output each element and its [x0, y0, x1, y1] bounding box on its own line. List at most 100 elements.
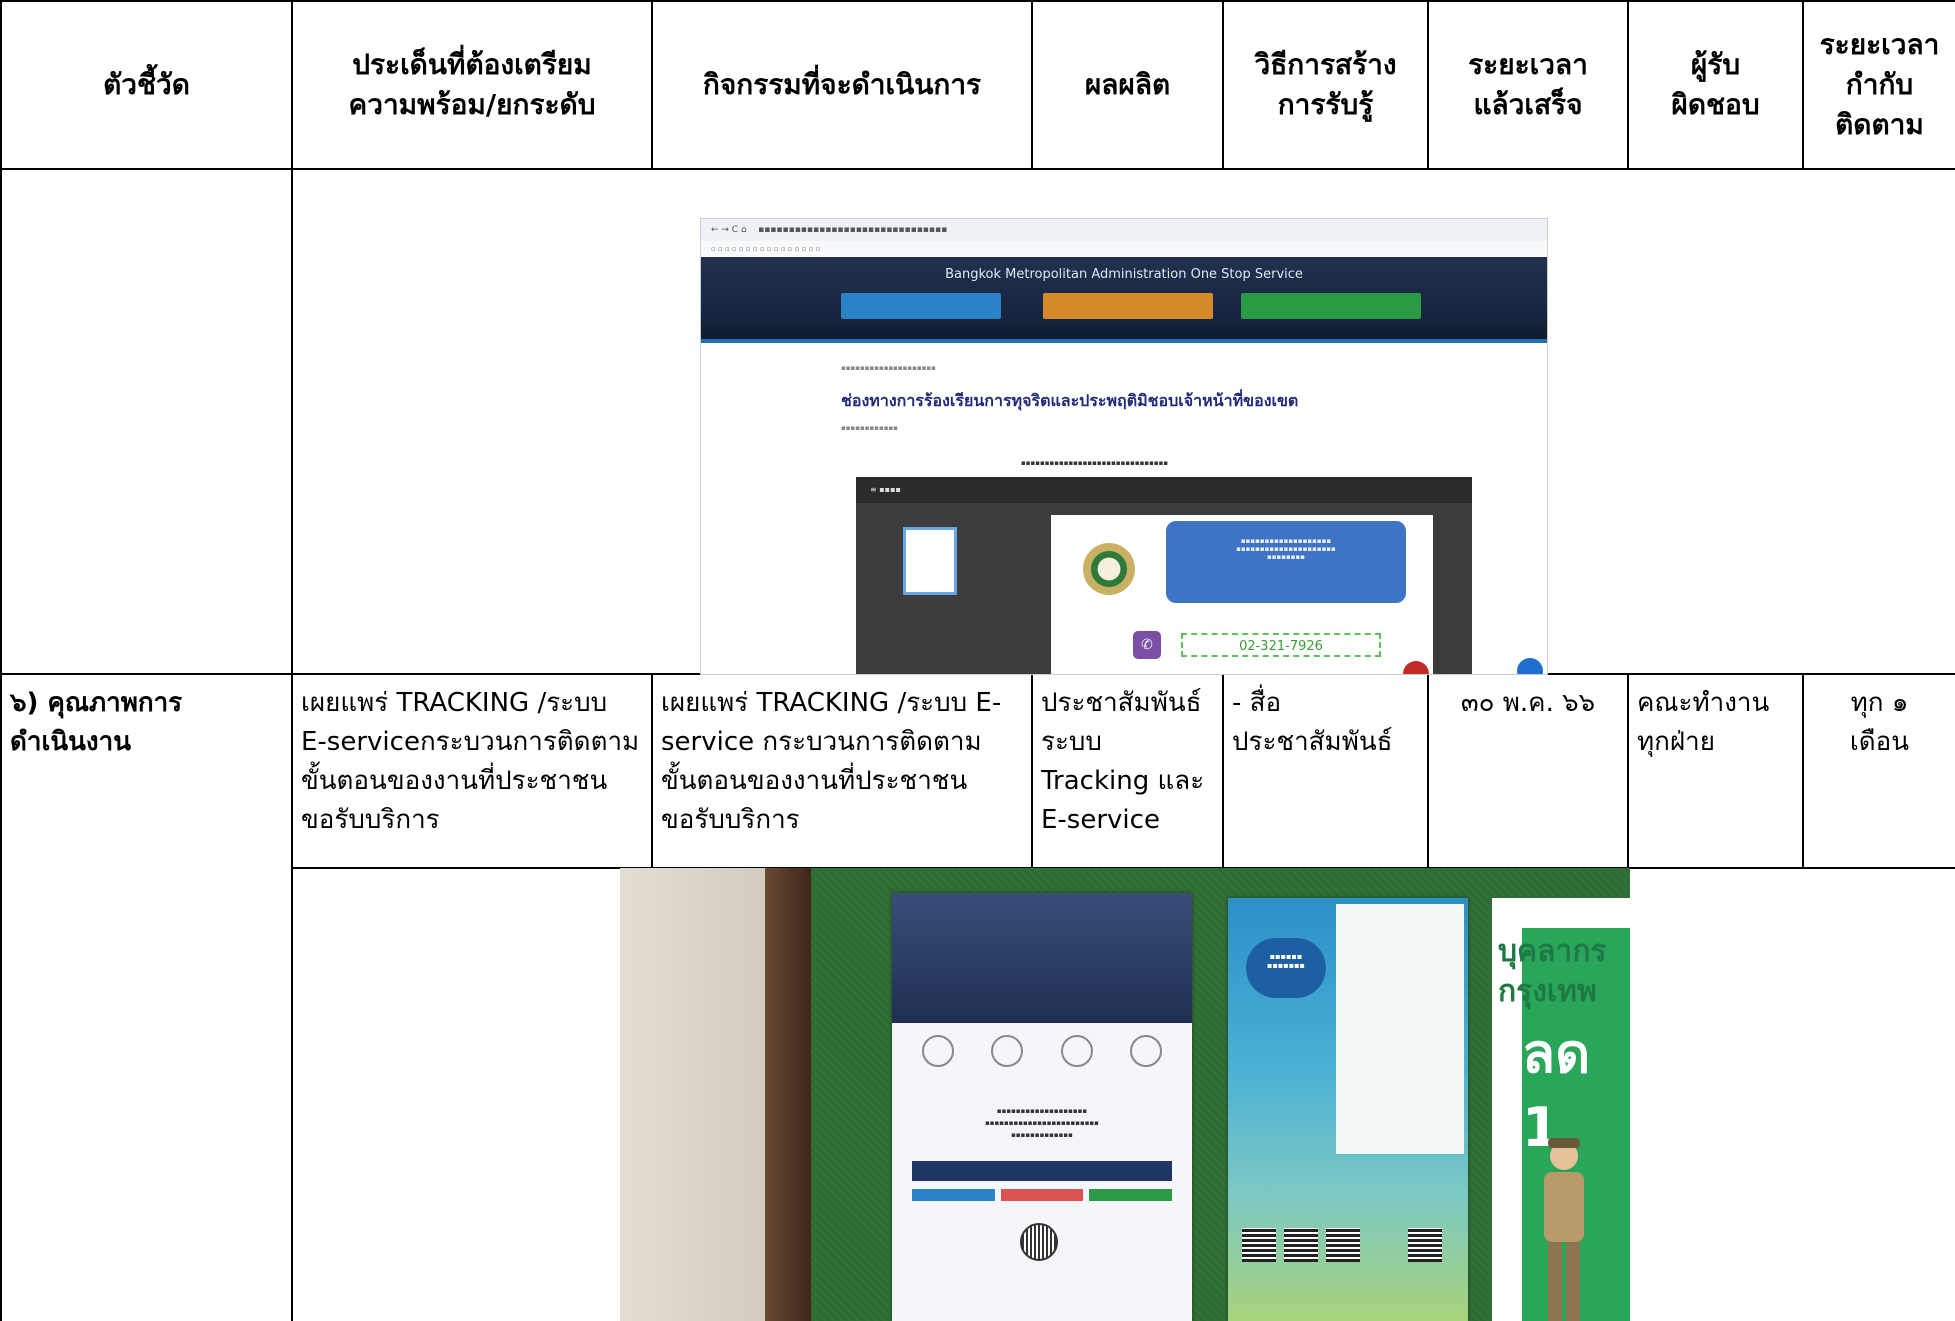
poster1-circle-icon: [922, 1035, 954, 1067]
row6-output-line: Tracking และ: [1041, 766, 1205, 796]
header-responsible-line2: ผิดชอบ: [1671, 88, 1760, 121]
breadcrumb: ▪▪▪▪▪▪▪▪▪▪▪▪▪▪▪▪▪▪▪▪: [841, 364, 936, 372]
chat-button-icon: [1517, 658, 1543, 674]
browser-address-bar: ← → C ⌂ ▪▪▪▪▪▪▪▪▪▪▪▪▪▪▪▪▪▪▪▪▪▪▪▪▪▪▪▪▪▪▪: [701, 219, 1547, 241]
header-bottom-rule: [0, 168, 1955, 170]
row6-activity-line: service กระบวนการติดตาม: [661, 727, 982, 757]
header-indicator-text: ตัวชี้วัด: [103, 68, 190, 101]
red-seal-icon: [1403, 661, 1429, 674]
poster1-text: ▪▪▪▪▪▪▪▪▪▪▪▪▪▪▪▪▪▪▪ ▪▪▪▪▪▪▪▪▪▪▪▪▪▪▪▪▪▪▪▪▪…: [985, 1107, 1099, 1139]
row6-indicator-line1: ๖) คุณภาพการ: [10, 688, 183, 718]
poster1-icon-row: [922, 1035, 1162, 1067]
poster1-bar: [912, 1161, 1172, 1181]
pdf-thumbnail: [903, 527, 957, 595]
table-border-left: [0, 0, 2, 1321]
poster2-title-badge: ▪▪▪▪▪▪ ▪▪▪▪▪▪▪: [1246, 938, 1326, 998]
header-output: ผลผลิต: [1033, 2, 1222, 168]
header-activity-text: กิจกรรมที่จะดำเนินการ: [702, 68, 982, 101]
poster1-header: [892, 893, 1192, 1023]
pdf-toolbar: ≡ ▪▪▪▪: [856, 477, 1472, 503]
header-monitoring-line2: กำกับ: [1845, 68, 1914, 101]
header-responsible-line1: ผู้รับ: [1690, 48, 1741, 81]
personnel-poster: บุคลากร กรุงเทพ ลด 1: [1492, 898, 1630, 1321]
page-subtitle: ▪▪▪▪▪▪▪▪▪▪▪▪▪▪▪▪▪▪▪▪▪▪▪▪▪▪▪▪▪▪▪: [1021, 459, 1169, 467]
header-issue-line2: ความพร้อม/ยกระดับ: [348, 88, 596, 121]
poster1-button-blue: [912, 1189, 995, 1201]
poster1-circle-icon: [1129, 1035, 1162, 1067]
header-monitoring-line3: ติดตาม: [1835, 108, 1924, 141]
header-activity: กิจกรรมที่จะดำเนินการ: [653, 2, 1031, 168]
row6-monitoring: ทุก ๑ เดือน: [1804, 684, 1955, 762]
poster2-text-panel: [1336, 904, 1464, 1154]
row6-completion-text: ๓๐ พ.ค. ๖๖: [1460, 688, 1596, 718]
row6-indicator-line2: ดำเนินงาน: [10, 727, 131, 757]
row6-activity: เผยแพร่ TRACKING /ระบบ E- service กระบวน…: [653, 684, 1031, 840]
col-line-1: [291, 0, 293, 1321]
header-issue: ประเด็นที่ต้องเตรียม ความพร้อม/ยกระดับ: [293, 2, 651, 168]
row6-awareness-line: - สื่อ: [1232, 688, 1282, 718]
row6-completion: ๓๐ พ.ค. ๖๖: [1429, 684, 1627, 723]
header-completion-line1: ระยะเวลา: [1468, 48, 1588, 81]
poster1-button-green: [1089, 1189, 1173, 1201]
header-responsible: ผู้รับ ผิดชอบ: [1629, 2, 1802, 168]
row6-activity-line: ขั้นตอนของงานที่ประชาชน: [661, 766, 968, 796]
poster1-button-red: [1000, 1189, 1084, 1201]
bma-seal-icon: [1083, 543, 1135, 595]
site-banner: Bangkok Metropolitan Administration One …: [701, 257, 1547, 342]
row6-monitoring-line: ทุก ๑: [1850, 688, 1909, 718]
row6-activity-line: ขอรับบริการ: [661, 805, 800, 835]
photo-wood-frame: [765, 868, 811, 1321]
row6-responsible-line: ทุกฝ่าย: [1637, 727, 1715, 757]
qr-code-icon: [1326, 1228, 1360, 1262]
pdf-viewer: ≡ ▪▪▪▪ ▪▪▪▪▪▪▪▪▪▪▪▪▪▪▪▪▪▪▪ ▪▪▪▪▪▪▪▪▪▪▪▪▪▪…: [856, 477, 1472, 674]
row6-responsible: คณะทำงาน ทุกฝ่าย: [1629, 684, 1802, 762]
row6-output: ประชาสัมพันธ์ ระบบ Tracking และ E-servic…: [1033, 684, 1222, 840]
row6-issue-line: ขอรับบริการ: [301, 805, 440, 835]
viber-icon: ✆: [1133, 631, 1161, 659]
header-indicator: ตัวชี้วัด: [2, 2, 291, 168]
header-awareness: วิธีการสร้าง การรับรู้: [1224, 2, 1427, 168]
row6-indicator: ๖) คุณภาพการ ดำเนินงาน: [2, 684, 291, 762]
photo-wall: [620, 868, 765, 1321]
qr-code-icon: [1408, 1228, 1442, 1262]
poster1-circle-icon: [991, 1035, 1024, 1067]
row6-output-line: ประชาสัมพันธ์: [1041, 688, 1202, 718]
bulletin-board-photo: ▪▪▪▪▪▪▪▪▪▪▪▪▪▪▪▪▪▪▪ ▪▪▪▪▪▪▪▪▪▪▪▪▪▪▪▪▪▪▪▪▪…: [620, 868, 1630, 1321]
header-monitoring-line1: ระยะเวลา: [1819, 28, 1940, 61]
qr-code-icon: [1284, 1228, 1318, 1262]
page-date: ▪▪▪▪▪▪▪▪▪▪▪▪: [841, 424, 898, 432]
pdf-heading-bubble: ▪▪▪▪▪▪▪▪▪▪▪▪▪▪▪▪▪▪▪ ▪▪▪▪▪▪▪▪▪▪▪▪▪▪▪▪▪▪▪▪▪…: [1166, 521, 1406, 603]
banner-button-orange: [1043, 293, 1213, 319]
pdf-page: ▪▪▪▪▪▪▪▪▪▪▪▪▪▪▪▪▪▪▪ ▪▪▪▪▪▪▪▪▪▪▪▪▪▪▪▪▪▪▪▪▪…: [1051, 515, 1433, 674]
row6-monitoring-line: เดือน: [1849, 727, 1910, 757]
officer-figure-icon: [1544, 1138, 1584, 1321]
banner-strip: [701, 339, 1547, 343]
row6-awareness: - สื่อ ประชาสัมพันธ์: [1224, 684, 1427, 762]
banner-button-blue: [841, 293, 1001, 319]
header-output-text: ผลผลิต: [1084, 68, 1171, 101]
header-awareness-line2: การรับรู้: [1277, 88, 1374, 121]
row6-output-line: ระบบ: [1041, 727, 1102, 757]
phone-number: 02-321-7926: [1181, 633, 1381, 657]
poster1-circle-icon: [1060, 1035, 1093, 1067]
row6-responsible-line: คณะทำงาน: [1637, 688, 1770, 718]
poster1-buttons: [912, 1189, 1173, 1201]
qr-code-icon: [1020, 1223, 1058, 1261]
one-stop-service-poster: ▪▪▪▪▪▪▪▪▪▪▪▪▪▪▪▪▪▪▪ ▪▪▪▪▪▪▪▪▪▪▪▪▪▪▪▪▪▪▪▪▪…: [892, 893, 1192, 1321]
header-awareness-line1: วิธีการสร้าง: [1254, 48, 1397, 81]
header-monitoring: ระยะเวลา กำกับ ติดตาม: [1804, 2, 1955, 168]
header-completion: ระยะเวลา แล้วเสร็จ: [1429, 2, 1627, 168]
page-title: ช่องทางการร้องเรียนการทุจริตและประพฤติมิ…: [841, 391, 1299, 410]
row6-awareness-line: ประชาสัมพันธ์: [1232, 727, 1393, 757]
banner-button-green: [1241, 293, 1421, 319]
row6-activity-line: เผยแพร่ TRACKING /ระบบ E-: [661, 688, 1002, 718]
qr-code-icon: [1242, 1228, 1276, 1262]
row6-issue-line: E-serviceกระบวนการติดตาม: [301, 727, 640, 757]
header-completion-line2: แล้วเสร็จ: [1473, 88, 1583, 121]
browser-bookmarks-bar: ▫ ▫ ▫ ▫ ▫ ▫ ▫ ▫ ▫ ▫ ▫ ▫ ▫ ▫ ▫ ▫: [701, 241, 1547, 257]
info-poster: ▪▪▪▪▪▪ ▪▪▪▪▪▪▪: [1228, 898, 1468, 1321]
row6-output-line: E-service: [1041, 805, 1160, 835]
row6-issue-line: เผยแพร่ TRACKING /ระบบ: [301, 688, 608, 718]
row6-issue: เผยแพร่ TRACKING /ระบบ E-serviceกระบวนกา…: [293, 684, 651, 840]
row6-issue-line: ขั้นตอนของงานที่ประชาชน: [301, 766, 608, 796]
